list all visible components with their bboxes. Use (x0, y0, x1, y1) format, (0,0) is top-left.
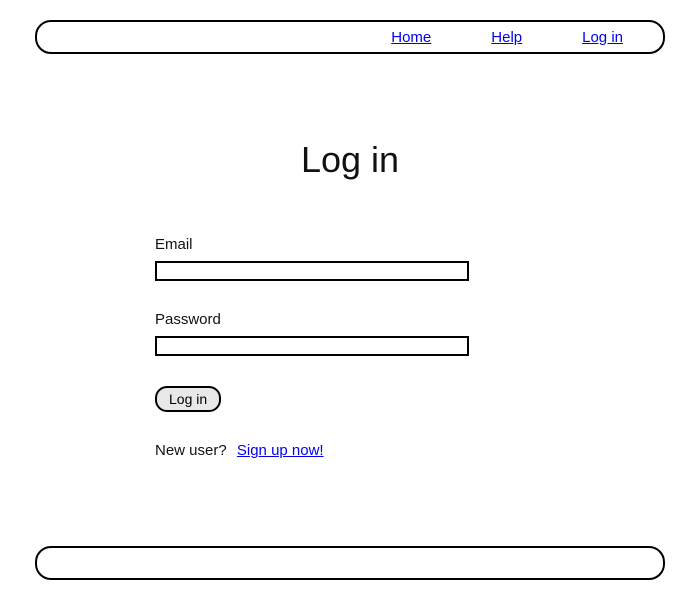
nav-link-help[interactable]: Help (491, 29, 522, 46)
nav-link-home[interactable]: Home (391, 29, 431, 46)
page-title: Log in (301, 139, 399, 181)
password-input[interactable] (155, 336, 469, 356)
password-field-group: Password (155, 311, 475, 356)
submit-row: Log in (155, 386, 475, 412)
email-input[interactable] (155, 261, 469, 281)
new-user-text: New user? (155, 442, 227, 459)
email-field-group: Email (155, 236, 475, 281)
signup-row: New user? Sign up now! (155, 442, 475, 459)
main-content: Log in Email Password Log in New user? S… (35, 139, 665, 459)
footer-bar (35, 546, 665, 580)
password-label: Password (155, 311, 475, 328)
nav-link-login[interactable]: Log in (582, 29, 623, 46)
header-nav-bar: Home Help Log in (35, 20, 665, 54)
signup-link[interactable]: Sign up now! (237, 442, 324, 459)
email-label: Email (155, 236, 475, 253)
login-form: Email Password Log in New user? Sign up … (155, 236, 475, 459)
login-button[interactable]: Log in (155, 386, 221, 412)
